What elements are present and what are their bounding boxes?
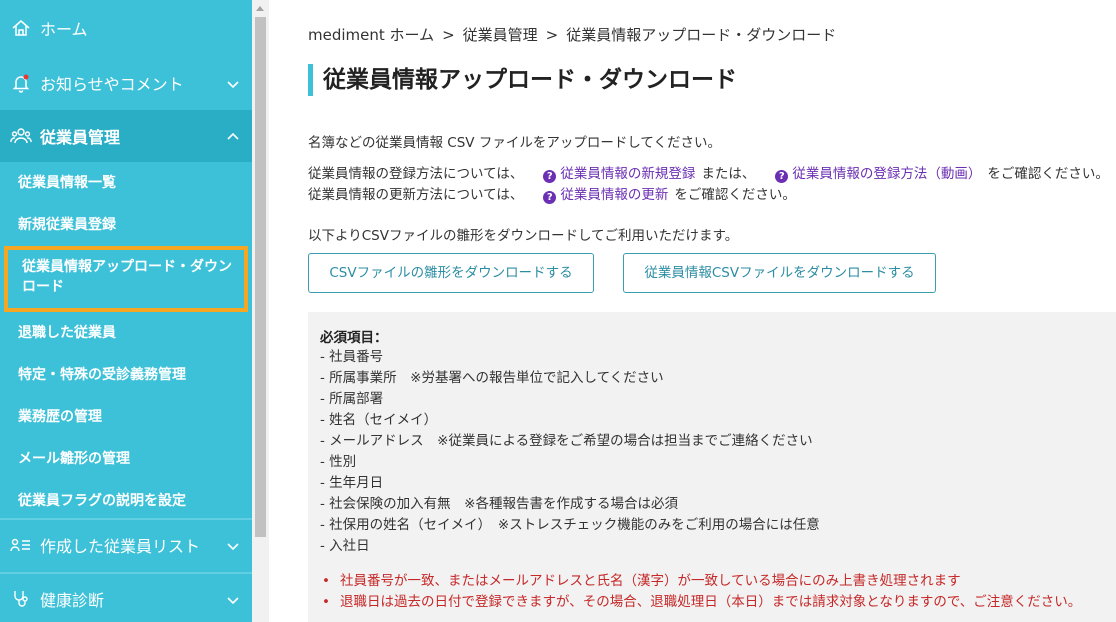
warning-note: 社員番号が一致、またはメールアドレスと氏名（漢字）が一致している場合にのみ上書き…: [320, 571, 1116, 592]
registration-help-mid: または、: [701, 166, 756, 182]
chevron-up-icon: [226, 129, 240, 143]
nav-employee-lists[interactable]: 作成した従業員リスト: [0, 518, 252, 570]
question-icon: ?: [543, 191, 557, 204]
warning-note: 退職日は過去の日付で登録できますが、その場合、退職処理日（本日）までは請求対象と…: [320, 592, 1116, 613]
page-title: 従業員情報アップロード・ダウンロード: [308, 64, 737, 96]
required-item: - 社会保険の加入有無 ※各種報告書を作成する場合は必須: [320, 496, 678, 512]
required-item: - 姓名（セイメイ）: [320, 412, 438, 428]
nav-home-label: ホーム: [40, 20, 88, 39]
warning-notes: 社員番号が一致、またはメールアドレスと氏名（漢字）が一致している場合にのみ上書き…: [320, 571, 1116, 613]
required-item: - 生年月日: [320, 475, 384, 491]
sidebar-item-new-employee[interactable]: 新規従業員登録: [0, 204, 252, 246]
nav-health-checkup-label: 健康診断: [40, 591, 105, 610]
nav-employees[interactable]: 従業員管理: [0, 110, 252, 162]
required-item: - 所属事業所 ※労基署への報告単位で記入してください: [320, 370, 664, 386]
main-content: mediment ホーム > 従業員管理 > 従業員情報アップロード・ダウンロード 従業…: [270, 0, 1116, 622]
breadcrumb-home[interactable]: mediment ホーム: [308, 26, 434, 44]
intro-text: 名簿などの従業員情報 CSV ファイルをアップロードしてください。: [308, 135, 722, 151]
chevron-down-icon: [226, 592, 240, 606]
update-help: 従業員情報の更新方法については、? 従業員情報の更新 をご確認ください。: [308, 183, 796, 204]
sidebar-item-special-exam[interactable]: 特定・特殊の受診義務管理: [0, 354, 252, 396]
breadcrumb-current: 従業員情報アップロード・ダウンロード: [566, 26, 837, 44]
breadcrumb-separator: >: [442, 26, 455, 44]
sidebar-item-mail-templates[interactable]: メール雛形の管理: [0, 438, 252, 480]
nav-news[interactable]: お知らせやコメント: [0, 56, 252, 110]
sidebar-item-employee-flags[interactable]: 従業員フラグの説明を設定: [0, 480, 252, 522]
required-item: - 入社日: [320, 538, 370, 554]
breadcrumb: mediment ホーム > 従業員管理 > 従業員情報アップロード・ダウンロード: [308, 24, 836, 45]
nav-employees-label: 従業員管理: [40, 128, 121, 147]
home-icon: [10, 17, 32, 39]
scrollbar-thumb[interactable]: [255, 17, 266, 537]
stethoscope-icon: [10, 588, 32, 610]
nav-employee-lists-label: 作成した従業員リスト: [40, 537, 201, 556]
sidebar-item-employee-list[interactable]: 従業員情報一覧: [0, 162, 252, 204]
sidebar-item-retired[interactable]: 退職した従業員: [0, 312, 252, 354]
nav-news-label: お知らせやコメント: [40, 75, 184, 94]
update-help-suffix: をご確認ください。: [674, 187, 796, 203]
required-item: - 社保用の姓名（セイメイ） ※ストレスチェック機能のみをご利用の場合には任意: [320, 517, 820, 533]
nav-health-checkup[interactable]: 健康診断: [0, 572, 252, 622]
nav-home[interactable]: ホーム: [0, 0, 252, 56]
registration-help-prefix: 従業員情報の登録方法については、: [308, 166, 524, 182]
chevron-down-icon: [226, 538, 240, 552]
link-update[interactable]: 従業員情報の更新: [560, 187, 668, 203]
scroll-up-arrow-icon[interactable]: [256, 6, 264, 11]
download-template-button[interactable]: CSVファイルの雛形をダウンロードする: [308, 253, 594, 293]
required-item: - 社員番号: [320, 349, 384, 365]
required-item: - 性別: [320, 454, 357, 470]
sidebar-scrollbar[interactable]: [252, 0, 269, 622]
registration-help: 従業員情報の登録方法については、? 従業員情報の新規登録 または、? 従業員情報の登録…: [308, 162, 1109, 183]
link-registration-video[interactable]: 従業員情報の登録方法（動画）: [792, 166, 981, 182]
update-help-prefix: 従業員情報の更新方法については、: [308, 187, 524, 203]
required-item: - 所属部署: [320, 391, 384, 407]
sidebar: ホーム お知らせやコメント 従業員管理 従業員情報一覧 新規従業員登録 従業員情…: [0, 0, 252, 622]
download-intro: 以下よりCSVファイルの雛形をダウンロードしてご利用いただけます。: [308, 228, 739, 244]
sidebar-item-work-history[interactable]: 業務歴の管理: [0, 396, 252, 438]
required-fields-box: 必須項目： - 社員番号 - 所属事業所 ※労基署への報告単位で記入してください…: [308, 312, 1116, 622]
required-item: - メールアドレス ※従業員による登録をご希望の場合は担当までご連絡ください: [320, 433, 813, 449]
chevron-down-icon: [226, 76, 240, 90]
people-icon: [10, 125, 32, 147]
question-icon: ?: [775, 170, 789, 183]
download-employee-csv-button[interactable]: 従業員情報CSVファイルをダウンロードする: [623, 253, 936, 293]
breadcrumb-employees[interactable]: 従業員管理: [463, 26, 538, 44]
required-title: 必須項目：: [320, 330, 388, 346]
registration-help-suffix: をご確認ください。: [987, 166, 1109, 182]
bell-icon: [10, 72, 32, 94]
list-user-icon: [10, 534, 32, 556]
sidebar-item-upload-download[interactable]: 従業員情報アップロード・ダウンロード: [4, 246, 248, 312]
link-new-registration[interactable]: 従業員情報の新規登録: [560, 166, 695, 182]
question-icon: ?: [543, 170, 557, 183]
employee-submenu: 従業員情報一覧 新規従業員登録 従業員情報アップロード・ダウンロード 退職した従…: [0, 162, 252, 522]
breadcrumb-separator: >: [545, 26, 559, 44]
